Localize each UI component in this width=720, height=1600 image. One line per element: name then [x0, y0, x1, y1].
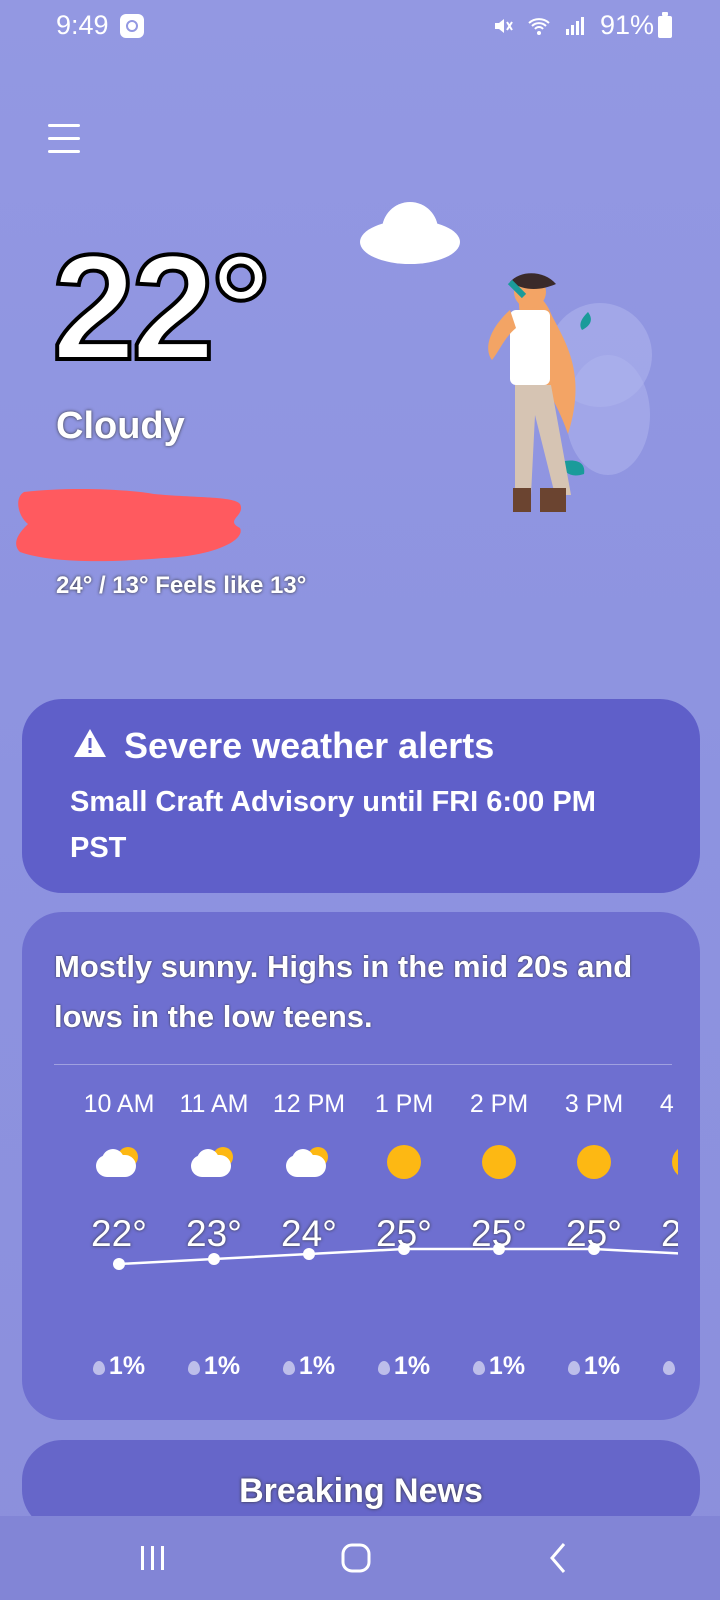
hourly-forecast-list[interactable]: 10 AM 22° 1% 11 AM 23° 1% 12 PM 24° 1% 1 PM 25° 1% 2…	[22, 1082, 678, 1402]
temperature-point	[493, 1243, 505, 1255]
hourly-forecast-card: Mostly sunny. Highs in the mid 20s and l…	[22, 912, 700, 1420]
news-title: Breaking News	[239, 1472, 483, 1510]
cloud-icon	[360, 202, 460, 264]
forecast-summary: Mostly sunny. Highs in the mid 20s and l…	[54, 949, 633, 1034]
signal-icon	[565, 16, 584, 35]
notification-app-icon	[120, 14, 144, 38]
battery-percent: 91%	[599, 10, 654, 40]
temperature-point	[113, 1258, 125, 1270]
alert-title: Severe weather alerts	[124, 725, 495, 766]
temperature-point	[588, 1243, 600, 1255]
status-icons: 91%	[492, 10, 654, 41]
high-low-feels-like: 24° / 13° Feels like 13°	[56, 572, 307, 599]
status-time: 9:49	[56, 10, 109, 40]
temperature-point	[208, 1253, 220, 1265]
current-temperature: 22°	[50, 223, 273, 391]
temperature-point	[398, 1243, 410, 1255]
current-condition: Cloudy	[56, 405, 185, 447]
back-icon[interactable]	[546, 1540, 570, 1576]
menu-icon[interactable]	[48, 124, 80, 154]
temperature-trend-line	[113, 1243, 678, 1270]
battery-icon	[658, 12, 672, 38]
status-bar: 9:49 91%	[0, 0, 720, 52]
navigation-bar	[0, 1516, 720, 1600]
mute-icon	[494, 18, 513, 33]
severe-weather-alert-card[interactable]: Severe weather alerts Small Craft Adviso…	[22, 699, 700, 893]
redaction-mark	[16, 488, 242, 562]
recent-apps-icon[interactable]	[138, 1540, 168, 1576]
warning-icon	[74, 729, 106, 757]
alert-text: Small Craft Advisory until FRI 6:00 PM P…	[70, 786, 596, 864]
home-icon[interactable]	[340, 1540, 372, 1576]
temperature-point	[303, 1248, 315, 1260]
divider	[54, 1064, 672, 1065]
wifi-icon	[528, 17, 550, 35]
weather-illustration	[360, 202, 652, 512]
